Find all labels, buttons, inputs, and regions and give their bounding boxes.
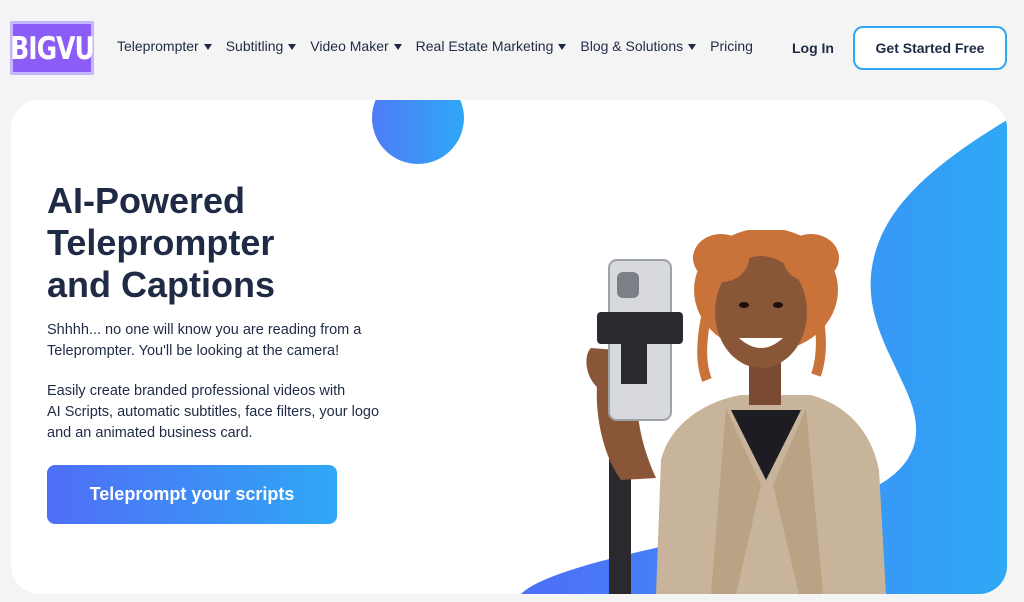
hero-description-text: Easily create branded professional video… bbox=[47, 381, 427, 444]
description-line: and an animated business card. bbox=[47, 425, 253, 441]
site-header: BIGVU Teleprompter Subtitling Video Make… bbox=[0, 0, 1024, 96]
caret-down-icon bbox=[688, 43, 697, 50]
caret-down-icon bbox=[203, 43, 212, 50]
caret-down-icon bbox=[288, 43, 297, 50]
nav-item-pricing[interactable]: Pricing bbox=[710, 38, 753, 54]
teleprompt-scripts-button[interactable]: Teleprompt your scripts bbox=[47, 465, 337, 524]
nav-item-real-estate-marketing[interactable]: Real Estate Marketing bbox=[416, 38, 567, 54]
headline-line: Teleprompter bbox=[47, 222, 275, 263]
nav-item-label: Subtitling bbox=[225, 38, 284, 54]
caret-down-icon bbox=[393, 43, 402, 50]
nav-item-label: Blog & Solutions bbox=[580, 38, 684, 54]
intro-line: Shhhh... no one will know you are readin… bbox=[47, 322, 362, 338]
get-started-button[interactable]: Get Started Free bbox=[853, 26, 1007, 70]
bigvu-logo[interactable]: BIGVU bbox=[10, 21, 95, 75]
nav-item-blog-solutions[interactable]: Blog & Solutions bbox=[580, 38, 697, 54]
intro-line: Teleprompter. You'll be looking at the c… bbox=[47, 343, 340, 359]
headline-line: AI-Powered bbox=[47, 180, 246, 221]
nav-item-label: Pricing bbox=[710, 38, 753, 54]
description-line: AI Scripts, automatic subtitles, face fi… bbox=[47, 404, 380, 420]
nav-item-label: Teleprompter bbox=[117, 38, 199, 54]
logo-text: BIGVU bbox=[10, 29, 95, 67]
nav-item-label: Video Maker bbox=[310, 38, 389, 54]
nav-item-video-maker[interactable]: Video Maker bbox=[310, 38, 402, 54]
hero-intro-text: Shhhh... no one will know you are readin… bbox=[47, 320, 427, 362]
hero-section: AI-Powered Teleprompter and Captions Shh… bbox=[11, 100, 1007, 594]
nav-item-label: Real Estate Marketing bbox=[415, 38, 554, 54]
caret-down-icon bbox=[558, 43, 567, 50]
login-link[interactable]: Log In bbox=[792, 40, 834, 56]
nav-item-subtitling[interactable]: Subtitling bbox=[226, 38, 297, 54]
nav-item-teleprompter[interactable]: Teleprompter bbox=[117, 38, 212, 54]
headline-line: and Captions bbox=[47, 264, 276, 305]
description-line: Easily create branded professional video… bbox=[47, 383, 346, 399]
hero-headline: AI-Powered Teleprompter and Captions bbox=[47, 180, 377, 306]
woman-with-phone-image bbox=[586, 230, 886, 594]
main-nav: Teleprompter Subtitling Video Maker Real… bbox=[117, 38, 767, 54]
